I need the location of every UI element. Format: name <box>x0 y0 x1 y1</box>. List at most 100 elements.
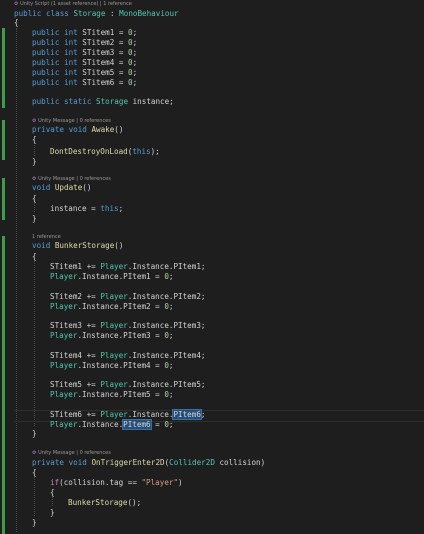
code-line[interactable]: } <box>32 429 37 439</box>
statement[interactable]: STitem6 += Player.Instance.PItem6; <box>50 409 205 420</box>
code-token: .Instance. <box>127 262 174 271</box>
statement[interactable]: STitem3 += Player.Instance.PItem3; <box>50 321 205 331</box>
code-token: .Instance. <box>127 410 174 419</box>
statement[interactable]: STitem2 += Player.Instance.PItem2; <box>50 292 205 302</box>
method-awake[interactable]: private void Awake() <box>32 125 123 135</box>
code-line[interactable]: } <box>32 157 37 167</box>
class-declaration[interactable]: public class Storage : MonoBehaviour <box>14 9 179 19</box>
code-line[interactable]: { <box>32 194 37 204</box>
code-line[interactable]: { <box>14 18 19 28</box>
codelens-hint[interactable]: ⚙ Unity Message | 0 references <box>32 117 111 125</box>
instance-declaration[interactable]: public static Storage instance; <box>32 97 174 107</box>
code-token: { <box>32 468 37 477</box>
code-token: PItem1 <box>123 272 151 281</box>
code-token: ; <box>200 292 206 301</box>
statement[interactable]: Player.Instance.PItem4 = 0; <box>50 361 173 371</box>
codelens-text[interactable]: Unity Script (1 asset reference) | 1 ref… <box>20 1 132 7</box>
code-token: Player <box>100 262 128 271</box>
code-token: Storage <box>73 9 106 18</box>
git-change-indicator <box>2 236 5 534</box>
statement[interactable]: Player.Instance.PItem6 = 0; <box>50 419 173 430</box>
code-token: STitem5 <box>50 380 83 389</box>
code-token: public int <box>32 58 83 67</box>
code-token: .Instance. <box>127 292 174 301</box>
code-token: .Instance. <box>77 390 124 399</box>
code-token: STitem2 <box>82 38 115 47</box>
field-declaration[interactable]: public int STitem2 = 0; <box>32 38 137 48</box>
code-token: .Instance. <box>127 351 174 360</box>
code-token: = <box>150 390 165 399</box>
statement[interactable]: DontDestroyOnLoad(this); <box>50 147 160 157</box>
code-token: public static <box>32 97 97 106</box>
code-token: public int <box>32 48 83 57</box>
code-line[interactable]: } <box>32 214 37 224</box>
code-token: PItem2 <box>123 302 151 311</box>
statement[interactable]: STitem5 += Player.Instance.PItem5; <box>50 380 205 390</box>
code-token: = <box>150 272 165 281</box>
code-token: .Instance. <box>77 420 124 429</box>
code-token: Player <box>50 420 78 429</box>
codelens-text[interactable]: Unity Message | 0 references <box>38 176 111 182</box>
code-token: ; <box>132 78 138 87</box>
statement[interactable]: BunkerStorage(); <box>68 498 141 508</box>
code-token: } <box>32 429 37 438</box>
if-statement[interactable]: if(collision.tag == "Player") <box>50 478 183 488</box>
codelens-text[interactable]: Unity Message | 0 references <box>38 450 111 456</box>
field-declaration[interactable]: public int STitem5 = 0; <box>32 68 137 78</box>
code-token: MonoBehaviour <box>119 9 179 18</box>
code-token: STitem1 <box>50 262 83 271</box>
code-line[interactable]: { <box>32 252 37 262</box>
code-token: += <box>82 351 101 360</box>
code-token: Player <box>50 302 78 311</box>
codelens-text[interactable]: Unity Message | 0 references <box>38 118 111 124</box>
field-declaration[interactable]: public int STitem1 = 0; <box>32 28 137 38</box>
indent-guide <box>16 28 17 532</box>
code-token: ; <box>200 321 206 330</box>
code-token: public int <box>32 78 83 87</box>
code-editor[interactable]: ⚙ Unity Script (1 asset reference) | 1 r… <box>0 0 424 534</box>
code-token: Player <box>50 331 78 340</box>
code-token: ; <box>132 38 138 47</box>
method-update[interactable]: void Update() <box>32 183 91 193</box>
codelens-hint[interactable]: ⚙ Unity Script (1 asset reference) | 1 r… <box>14 0 132 8</box>
code-line[interactable]: { <box>32 135 37 145</box>
method-bunker-storage[interactable]: void BunkerStorage() <box>32 241 123 251</box>
statement[interactable]: STitem4 += Player.Instance.PItem4; <box>50 351 205 361</box>
code-line[interactable]: } <box>50 508 55 518</box>
code-token: if <box>50 478 60 487</box>
code-token: PItem6 <box>172 409 202 420</box>
codelens-hint[interactable]: ⚙ Unity Message | 0 references <box>32 175 111 183</box>
code-token: ; <box>168 302 174 311</box>
code-token: : <box>105 9 120 18</box>
code-token: Storage <box>96 97 129 106</box>
codelens-hint[interactable]: 1 reference <box>32 233 61 241</box>
field-declaration[interactable]: public int STitem3 = 0; <box>32 48 137 58</box>
code-token: { <box>32 252 37 261</box>
statement[interactable]: STitem1 += Player.Instance.PItem1; <box>50 262 205 272</box>
codelens-hint[interactable]: ⚙ Unity Message | 0 references <box>32 449 111 457</box>
code-line[interactable]: { <box>32 468 37 478</box>
code-token: PItem4 <box>123 361 151 370</box>
code-token: DontDestroyOnLoad <box>50 147 128 156</box>
statement[interactable]: Player.Instance.PItem1 = 0; <box>50 272 173 282</box>
statement[interactable]: Player.Instance.PItem5 = 0; <box>50 390 173 400</box>
code-token: PItem6 <box>122 419 152 430</box>
statement[interactable]: Player.Instance.PItem2 = 0; <box>50 302 173 312</box>
code-token: += <box>82 262 101 271</box>
statement[interactable]: instance = this; <box>50 204 123 214</box>
code-line[interactable]: { <box>50 488 55 498</box>
code-line[interactable]: } <box>32 518 37 528</box>
indent-guide <box>34 474 35 516</box>
statement[interactable]: Player.Instance.PItem3 = 0; <box>50 331 173 341</box>
method-on-trigger-enter-2d[interactable]: private void OnTriggerEnter2D(Collider2D… <box>32 458 265 468</box>
field-declaration[interactable]: public int STitem4 = 0; <box>32 58 137 68</box>
code-token: PItem3 <box>173 321 201 330</box>
code-token: ; <box>168 361 174 370</box>
field-declaration[interactable]: public int STitem6 = 0; <box>32 78 137 88</box>
codelens-text[interactable]: 1 reference <box>32 234 61 240</box>
code-token: STitem2 <box>50 292 83 301</box>
code-token: .Instance. <box>127 321 174 330</box>
code-token: ); <box>150 147 160 156</box>
code-token: Player <box>100 410 128 419</box>
code-token: ) <box>178 478 183 487</box>
